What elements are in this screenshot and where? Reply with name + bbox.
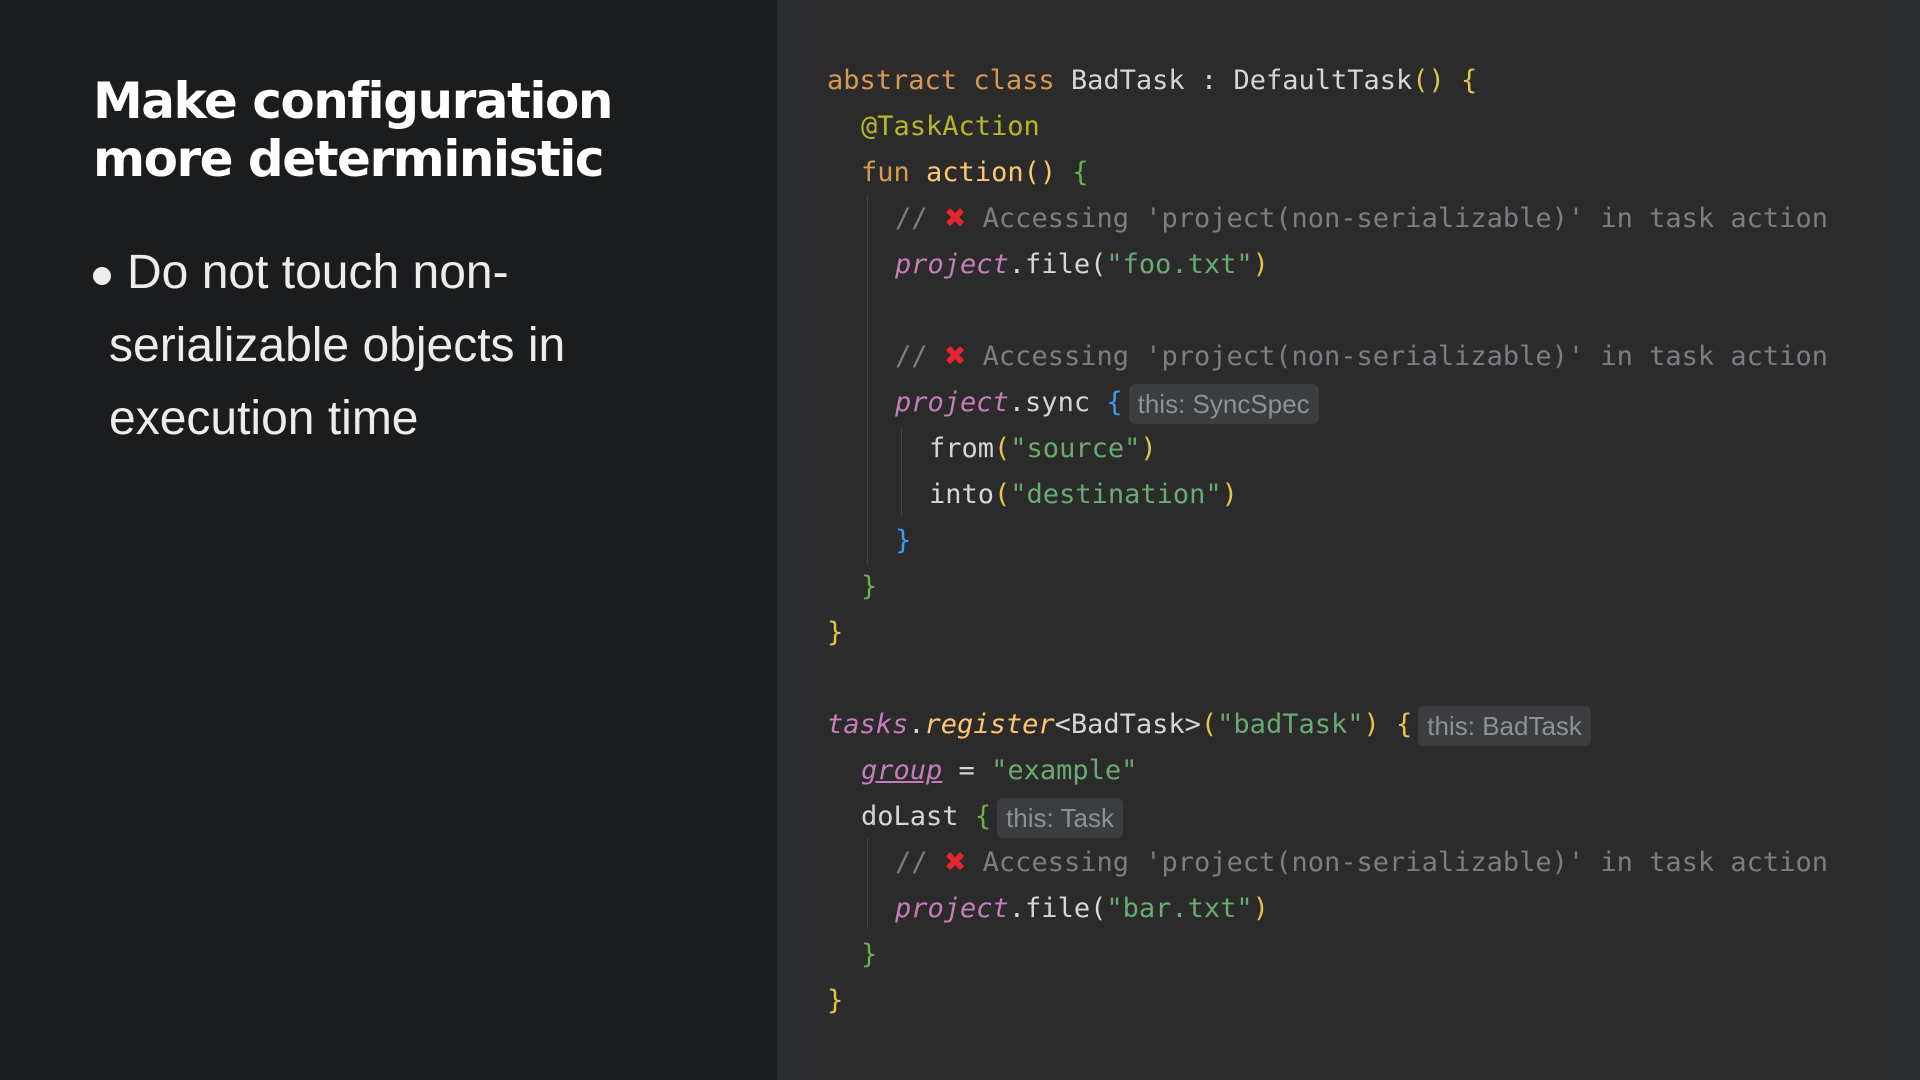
error-icon: ✖ [943, 341, 967, 372]
code-line-21: } [827, 985, 844, 1016]
indent-guide [867, 196, 868, 564]
indent-guide [867, 838, 868, 928]
code-line-9: from("source") [929, 433, 1157, 464]
code-line-15: tasks.register<BadTask>("badTask") {this… [827, 702, 1591, 748]
code-line-1: abstract class BadTask : DefaultTask() { [827, 65, 1478, 96]
code-line-4: // ✖ Accessing 'project(non-serializable… [895, 203, 1828, 234]
code-line-18: // ✖ Accessing 'project(non-serializable… [895, 847, 1828, 878]
editor-left-gutter [777, 0, 815, 1080]
title-line-2: more deterministic [93, 130, 605, 188]
bullet-point: Do not touch non- serializable objects i… [93, 236, 713, 455]
code-line-20: } [861, 939, 878, 970]
title-line-1: Make configuration [93, 72, 613, 130]
code-line-8: project.sync {this: SyncSpec [895, 380, 1319, 426]
code-line-17: doLast {this: Task [861, 794, 1123, 840]
slide-text-panel: Make configuration more deterministic Do… [0, 0, 777, 1080]
code-line-19: project.file("bar.txt") [895, 893, 1269, 924]
error-icon: ✖ [943, 847, 967, 878]
code-line-16: group = "example" [861, 755, 1138, 786]
editor-right-gutter [1882, 0, 1920, 1080]
code-editor[interactable]: abstract class BadTask : DefaultTask() {… [815, 0, 1882, 1080]
code-line-2: @TaskAction [861, 111, 1040, 142]
bullet-line-1: Do not touch non- [93, 236, 713, 309]
code-line-7: // ✖ Accessing 'project(non-serializable… [895, 341, 1828, 372]
code-line-11: } [895, 525, 912, 556]
inlay-hint: this: SyncSpec [1128, 383, 1319, 424]
bullet-line-2: serializable objects in [109, 319, 566, 372]
error-icon: ✖ [943, 203, 967, 234]
bullet-line-3: execution time [109, 392, 419, 445]
code-line-10: into("destination") [929, 479, 1238, 510]
indent-guide [901, 428, 902, 516]
inlay-hint: this: Task [997, 797, 1123, 838]
inlay-hint: this: BadTask [1418, 705, 1591, 746]
slide-title: Make configuration more deterministic [93, 72, 733, 188]
code-line-3: fun action() { [861, 157, 1089, 188]
code-line-12: } [861, 571, 878, 602]
bullet-text-1: Do not touch non- [127, 246, 509, 299]
code-line-13: } [827, 617, 844, 648]
code-line-5: project.file("foo.txt") [895, 249, 1269, 280]
bullet-dot-icon [93, 267, 111, 285]
